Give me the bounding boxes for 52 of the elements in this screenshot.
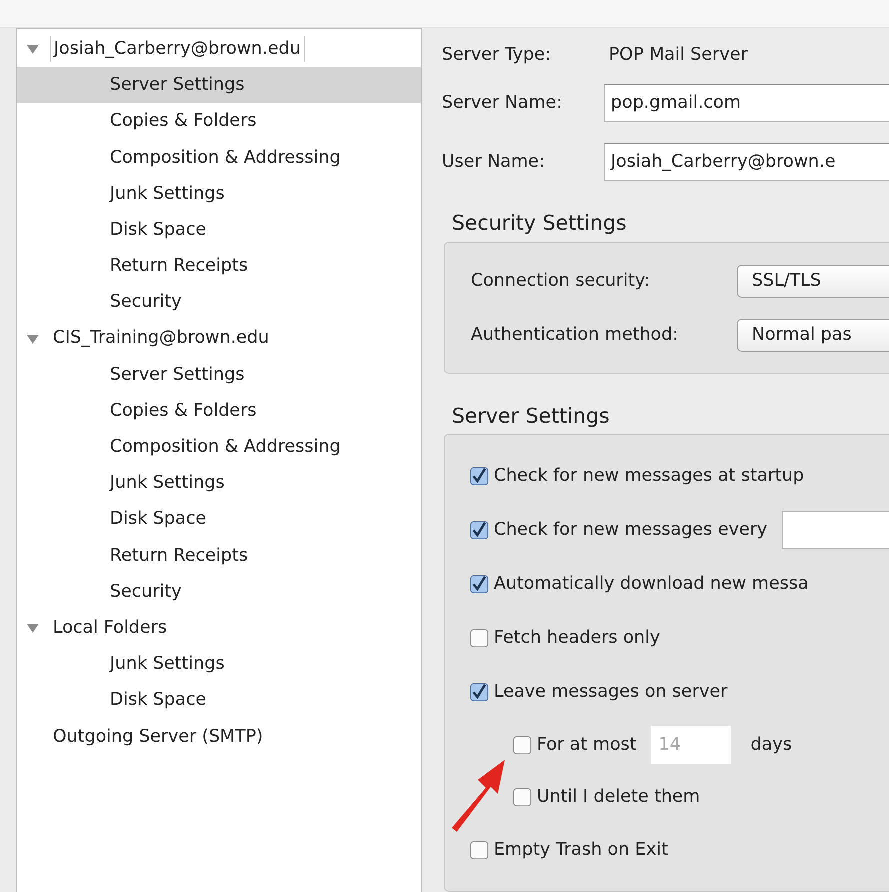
checkbox-label: Fetch headers only [494,627,660,650]
server-type-value: POP Mail Server [609,44,748,67]
account-item[interactable]: CIS_Training@brown.edu [50,325,272,352]
tree-item[interactable]: Disk Space [110,216,206,244]
tree-item[interactable]: Composition & Addressing [110,434,341,460]
tree-item[interactable]: Copies & Folders [110,398,257,424]
checkbox-label: Automatically download new messa [494,573,809,596]
tree-item[interactable]: Disk Space [110,687,206,714]
checkbox-label: Check for new messages at startup [494,465,804,488]
number-field[interactable] [782,511,889,550]
tree-item[interactable]: Junk Settings [110,651,225,678]
checked-checkbox[interactable] [470,574,489,594]
checked-checkbox[interactable] [470,466,489,486]
section-heading: Server Settings [452,404,611,428]
field-label: Authentication method: [471,324,680,348]
tree-item[interactable]: Junk Settings [110,180,225,207]
tree-item[interactable]: Server Settings [110,362,245,388]
checkbox-label: For at most [537,734,637,758]
tree-item[interactable]: Security [110,289,182,316]
checkbox-label: Until I delete them [537,786,700,810]
tree-item[interactable]: Return Receipts [110,253,248,280]
account-item[interactable]: Local Folders [50,614,170,642]
checkbox-label: Check for new messages every [494,519,768,542]
checked-checkbox[interactable] [470,682,489,702]
checked-checkbox[interactable] [470,520,489,540]
checkbox-label: Empty Trash on Exit [494,839,668,862]
expanded-triangle-icon[interactable] [26,623,40,634]
tree-item[interactable]: Security [110,578,182,606]
text-field[interactable]: pop.gmail.com [604,84,889,122]
field-label: Connection security: [471,270,652,294]
account-item[interactable]: Josiah_Carberry@brown.edu [50,36,305,62]
field-label: Server Name: [442,92,564,115]
checkbox-label: Leave messages on server [494,681,728,704]
tree-item[interactable]: Return Receipts [110,542,248,569]
tree-item[interactable]: Copies & Folders [110,108,257,135]
dropdown[interactable]: Normal pas [737,319,889,352]
section-heading: Security Settings [452,211,628,236]
tree-item[interactable]: Composition & Addressing [110,144,341,171]
checkbox[interactable] [470,628,489,648]
field-label: User Name: [442,150,546,174]
expanded-triangle-icon[interactable] [26,334,40,344]
text-field[interactable]: Josiah_Carberry@brown.e [604,143,889,181]
tree-item[interactable]: Junk Settings [110,470,225,496]
tree-item[interactable]: Disk Space [110,506,206,533]
unit-label: days [750,734,792,758]
checkbox[interactable] [513,788,532,807]
tree-item[interactable]: Server Settings [17,67,421,104]
dropdown[interactable]: SSL/TLS [737,265,889,298]
expanded-triangle-icon[interactable] [26,44,40,54]
checkbox[interactable] [470,840,489,860]
account-item[interactable]: Outgoing Server (SMTP) [50,724,266,750]
field-label: Server Type: [442,44,552,67]
